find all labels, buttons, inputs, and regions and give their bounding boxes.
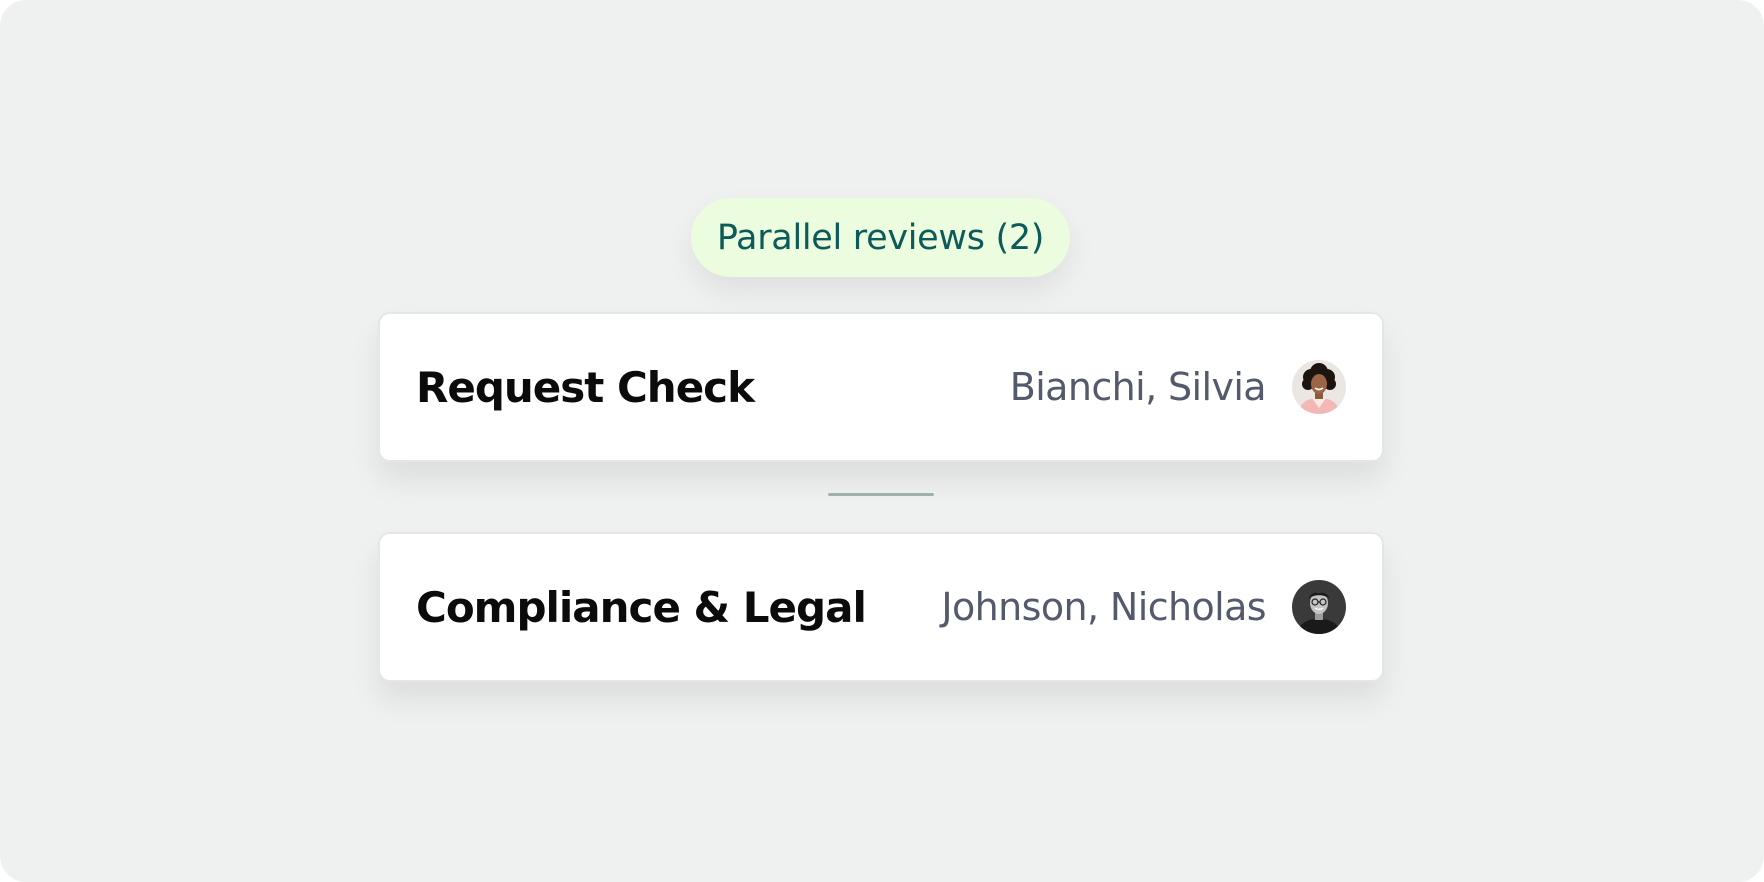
parallel-reviews-label: Parallel reviews (2) (716, 217, 1045, 258)
assignee-name: Johnson, Nicholas (941, 585, 1266, 629)
assignee-name: Bianchi, Silvia (1009, 365, 1267, 409)
review-assignee: Bianchi, Silvia (1010, 314, 1346, 460)
review-assignee: Johnson, Nicholas (941, 534, 1346, 680)
workflow-canvas: Parallel reviews (2) Request Check Bianc… (0, 0, 1764, 882)
connector-line (828, 493, 934, 496)
review-step-title: Compliance & Legal (416, 582, 867, 632)
parallel-reviews-badge: Parallel reviews (2) (691, 198, 1070, 277)
review-step-title: Request Check (416, 362, 755, 412)
man-avatar-icon[interactable] (1292, 580, 1346, 634)
woman-avatar-icon[interactable] (1292, 360, 1346, 414)
review-card-compliance-legal[interactable]: Compliance & Legal Johnson, Nicholas (378, 532, 1384, 682)
review-card-request-check[interactable]: Request Check Bianchi, Silvia (378, 312, 1384, 462)
